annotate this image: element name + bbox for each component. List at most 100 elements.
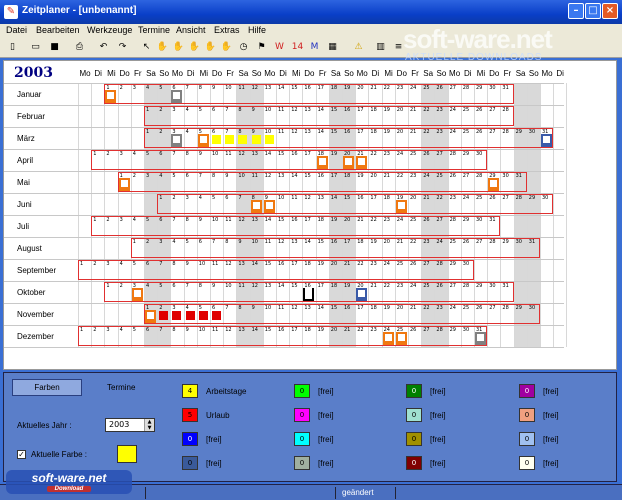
day-number[interactable]: 17 [331, 173, 337, 179]
menu-datei[interactable]: Datei [6, 25, 27, 35]
day-number[interactable]: 7 [159, 327, 162, 333]
day-number[interactable]: 19 [384, 107, 390, 113]
day-number[interactable]: 22 [370, 217, 376, 223]
day-number[interactable]: 22 [384, 283, 390, 289]
day-number[interactable]: 9 [212, 85, 215, 91]
day-number[interactable]: 11 [265, 239, 271, 245]
day-number[interactable]: 24 [423, 173, 429, 179]
day-number[interactable]: 23 [384, 217, 390, 223]
year-spinner[interactable]: ▲ ▼ [144, 419, 154, 431]
color-swatch[interactable]: 0 [519, 384, 535, 398]
day-number[interactable]: 28 [502, 305, 508, 311]
color-swatch[interactable]: 5 [182, 408, 198, 422]
day-number[interactable]: 27 [450, 85, 456, 91]
maximize-button[interactable]: □ [585, 3, 601, 19]
day-number[interactable]: 2 [172, 195, 175, 201]
day-number[interactable]: 8 [199, 85, 202, 91]
day-number[interactable]: 2 [159, 107, 162, 113]
day-number[interactable]: 26 [423, 151, 429, 157]
day-number[interactable]: 23 [384, 151, 390, 157]
color-swatch[interactable]: 0 [406, 384, 422, 398]
day-number[interactable]: 24 [397, 151, 403, 157]
day-number[interactable]: 14 [331, 195, 337, 201]
day-number[interactable]: 25 [423, 85, 429, 91]
day-number[interactable]: 22 [397, 173, 403, 179]
day-number[interactable]: 29 [529, 195, 535, 201]
day-number[interactable]: 18 [370, 129, 376, 135]
day-number[interactable]: 10 [278, 195, 284, 201]
menu-hilfe[interactable]: Hilfe [248, 25, 266, 35]
day-number[interactable]: 26 [410, 327, 416, 333]
day-number[interactable]: 30 [489, 283, 495, 289]
day-number[interactable]: 13 [252, 151, 258, 157]
day-number[interactable]: 3 [133, 85, 136, 91]
day-number[interactable]: 16 [331, 239, 337, 245]
day-number[interactable]: 6 [225, 195, 228, 201]
day-number[interactable]: 4 [120, 261, 123, 267]
color-swatch[interactable]: 0 [294, 384, 310, 398]
clock-icon[interactable]: ◷ [237, 41, 250, 54]
day-number[interactable]: 1 [146, 129, 149, 135]
day-number[interactable]: 4 [199, 195, 202, 201]
day-number[interactable]: 13 [265, 283, 271, 289]
day-number[interactable]: 25 [463, 129, 469, 135]
day-number[interactable]: 5 [133, 261, 136, 267]
day-number[interactable]: 31 [529, 239, 535, 245]
day-number[interactable]: 27 [423, 261, 429, 267]
day-number[interactable]: 21 [384, 173, 390, 179]
day-number[interactable]: 21 [370, 85, 376, 91]
day-mark[interactable] [212, 311, 221, 320]
day-mark[interactable] [303, 288, 315, 301]
color-swatch[interactable]: 0 [406, 408, 422, 422]
day-number[interactable]: 25 [436, 173, 442, 179]
day-number[interactable]: 21 [423, 195, 429, 201]
day-number[interactable]: 13 [238, 261, 244, 267]
day-number[interactable]: 28 [463, 85, 469, 91]
day-number[interactable]: 7 [225, 305, 228, 311]
day-number[interactable]: 12 [304, 195, 310, 201]
day-number[interactable]: 28 [516, 195, 522, 201]
day-number[interactable]: 20 [331, 261, 337, 267]
day-number[interactable]: 18 [331, 283, 337, 289]
day-number[interactable]: 19 [384, 129, 390, 135]
day-number[interactable]: 21 [357, 217, 363, 223]
day-number[interactable]: 17 [291, 327, 297, 333]
day-number[interactable]: 25 [397, 261, 403, 267]
day-mark[interactable] [159, 311, 169, 320]
day-number[interactable]: 27 [436, 151, 442, 157]
day-number[interactable]: 23 [423, 239, 429, 245]
day-number[interactable]: 29 [463, 151, 469, 157]
day-number[interactable]: 14 [252, 261, 258, 267]
day-number[interactable]: 28 [436, 327, 442, 333]
day-number[interactable]: 2 [106, 151, 109, 157]
day-number[interactable]: 5 [146, 217, 149, 223]
day-number[interactable]: 25 [476, 195, 482, 201]
menu-ansicht[interactable]: Ansicht [176, 25, 206, 35]
menu-bearbeiten[interactable]: Bearbeiten [36, 25, 80, 35]
day-number[interactable]: 6 [212, 107, 215, 113]
day-mark[interactable] [172, 311, 182, 320]
day-number[interactable]: 19 [357, 173, 363, 179]
day-number[interactable]: 23 [436, 129, 442, 135]
day-number[interactable]: 26 [476, 305, 482, 311]
day-number[interactable]: 11 [238, 283, 244, 289]
day-number[interactable]: 3 [172, 107, 175, 113]
day-number[interactable]: 24 [397, 217, 403, 223]
day-number[interactable]: 10 [212, 151, 218, 157]
day-number[interactable]: 12 [278, 239, 284, 245]
day-number[interactable]: 18 [384, 195, 390, 201]
day-number[interactable]: 11 [212, 261, 218, 267]
day-number[interactable]: 24 [463, 195, 469, 201]
day-number[interactable]: 22 [423, 129, 429, 135]
day-number[interactable]: 4 [133, 217, 136, 223]
day-number[interactable]: 17 [357, 129, 363, 135]
day-number[interactable]: 5 [212, 195, 215, 201]
day-number[interactable]: 27 [476, 239, 482, 245]
menu-extras[interactable]: Extras [214, 25, 240, 35]
color-swatch[interactable]: 0 [519, 456, 535, 470]
day-number[interactable]: 15 [278, 217, 284, 223]
day-number[interactable]: 21 [370, 283, 376, 289]
day-number[interactable]: 28 [463, 283, 469, 289]
day-number[interactable]: 29 [516, 305, 522, 311]
day-number[interactable]: 4 [133, 151, 136, 157]
